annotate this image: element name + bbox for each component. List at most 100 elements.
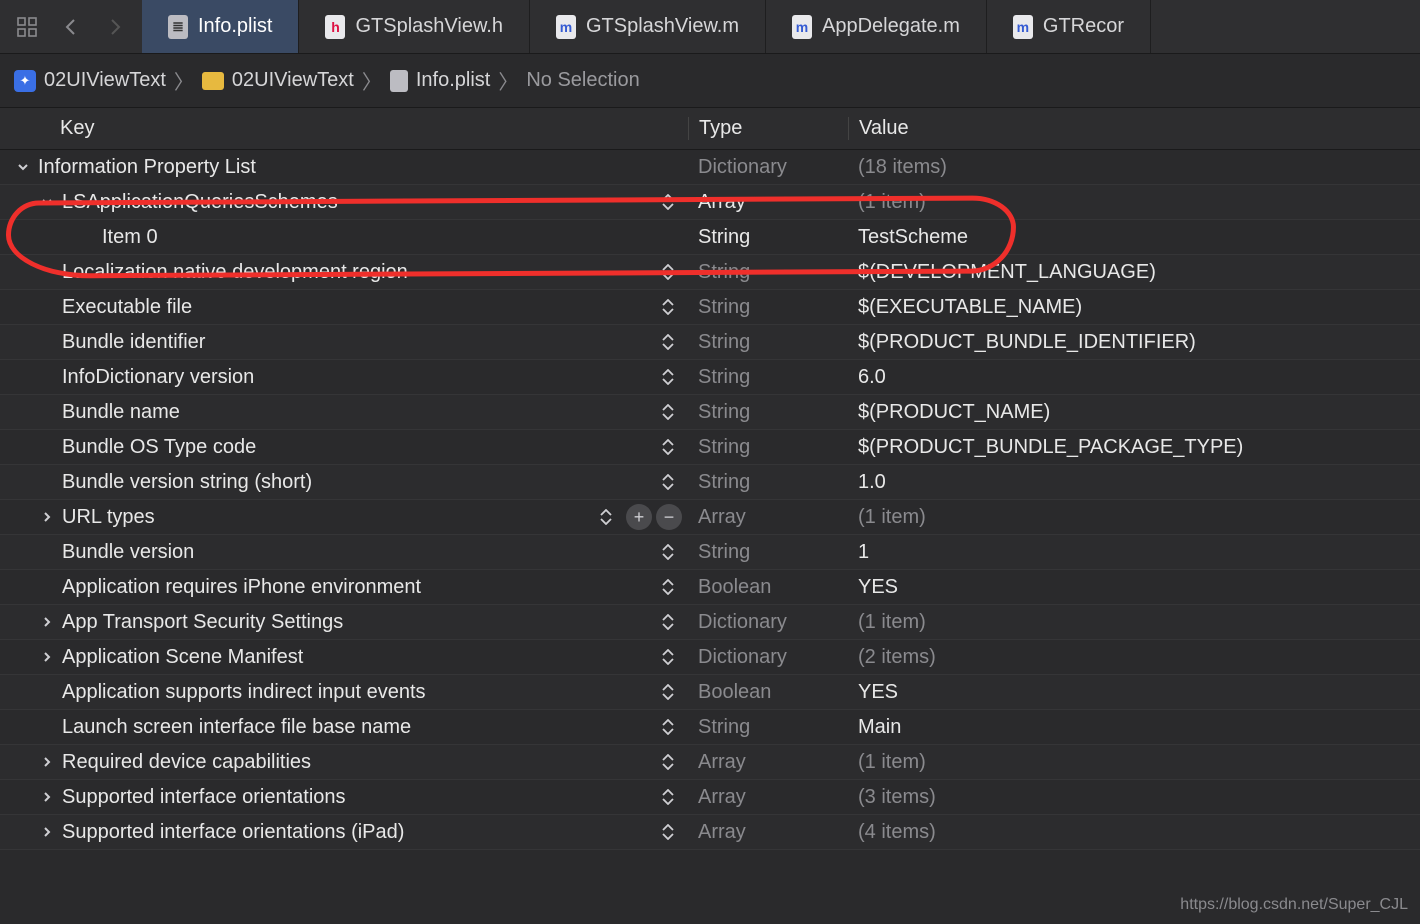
plist-value-label[interactable]: (4 items) (848, 821, 1420, 844)
plist-value-label[interactable]: YES (848, 576, 1420, 599)
nav-forward-button[interactable] (96, 8, 134, 46)
remove-row-button[interactable]: − (656, 504, 682, 530)
key-stepper[interactable] (658, 401, 678, 423)
plist-type-label[interactable]: Dictionary (688, 156, 848, 179)
plist-value-label[interactable]: $(PRODUCT_NAME) (848, 401, 1420, 424)
tab-gtsplashview-m[interactable]: mGTSplashView.m (530, 0, 766, 53)
plist-row[interactable]: Required device capabilitiesArray(1 item… (0, 745, 1420, 780)
key-stepper[interactable] (658, 366, 678, 388)
key-stepper[interactable] (658, 751, 678, 773)
tab-gtrecor[interactable]: mGTRecor (987, 0, 1151, 53)
plist-row[interactable]: Localization native development regionSt… (0, 255, 1420, 290)
plist-row[interactable]: InfoDictionary versionString6.0 (0, 360, 1420, 395)
breadcrumb-folder[interactable]: 02UIViewText (202, 69, 354, 92)
plist-value-label[interactable]: $(EXECUTABLE_NAME) (848, 296, 1420, 319)
breadcrumb-project[interactable]: ✦ 02UIViewText (14, 69, 166, 92)
nav-back-button[interactable] (52, 8, 90, 46)
key-stepper[interactable] (658, 191, 678, 213)
chevron-right-icon[interactable] (38, 753, 56, 771)
tab-info-plist[interactable]: ≣Info.plist (142, 0, 299, 53)
breadcrumb-file[interactable]: Info.plist (390, 69, 490, 92)
plist-type-label[interactable]: Boolean (688, 681, 848, 704)
plist-row[interactable]: App Transport Security SettingsDictionar… (0, 605, 1420, 640)
plist-type-label[interactable]: Array (688, 506, 848, 529)
column-header-key[interactable]: Key (0, 117, 688, 140)
plist-type-label[interactable]: String (688, 401, 848, 424)
plist-row[interactable]: Application requires iPhone environmentB… (0, 570, 1420, 605)
plist-value-label[interactable]: 1 (848, 541, 1420, 564)
plist-row[interactable]: Information Property ListDictionary(18 i… (0, 150, 1420, 185)
plist-value-label[interactable]: $(PRODUCT_BUNDLE_IDENTIFIER) (848, 331, 1420, 354)
related-items-button[interactable] (8, 8, 46, 46)
key-stepper[interactable] (658, 681, 678, 703)
plist-type-label[interactable]: String (688, 366, 848, 389)
key-stepper[interactable] (596, 506, 616, 528)
plist-type-label[interactable]: String (688, 436, 848, 459)
plist-value-label[interactable]: (1 item) (848, 611, 1420, 634)
plist-row[interactable]: LSApplicationQueriesSchemesArray(1 item) (0, 185, 1420, 220)
plist-value-label[interactable]: (18 items) (848, 156, 1420, 179)
key-stepper[interactable] (658, 646, 678, 668)
key-stepper[interactable] (658, 821, 678, 843)
plist-row[interactable]: Bundle version string (short)String1.0 (0, 465, 1420, 500)
plist-row[interactable]: Bundle OS Type codeString$(PRODUCT_BUNDL… (0, 430, 1420, 465)
plist-row[interactable]: Bundle identifierString$(PRODUCT_BUNDLE_… (0, 325, 1420, 360)
plist-value-label[interactable]: 6.0 (848, 366, 1420, 389)
plist-row[interactable]: URL types+−Array(1 item) (0, 500, 1420, 535)
plist-value-label[interactable]: (2 items) (848, 646, 1420, 669)
plist-value-label[interactable]: TestScheme (848, 226, 1420, 249)
plist-row[interactable]: Supported interface orientations (iPad)A… (0, 815, 1420, 850)
plist-row[interactable]: Bundle versionString1 (0, 535, 1420, 570)
column-header-value[interactable]: Value (848, 117, 1420, 140)
plist-row[interactable]: Supported interface orientationsArray(3 … (0, 780, 1420, 815)
chevron-right-icon[interactable] (38, 823, 56, 841)
chevron-right-icon[interactable] (38, 613, 56, 631)
plist-value-label[interactable]: Main (848, 716, 1420, 739)
add-row-button[interactable]: + (626, 504, 652, 530)
key-stepper[interactable] (658, 576, 678, 598)
plist-row[interactable]: Launch screen interface file base nameSt… (0, 710, 1420, 745)
chevron-down-icon[interactable] (14, 158, 32, 176)
plist-type-label[interactable]: Array (688, 191, 848, 214)
tab-appdelegate-m[interactable]: mAppDelegate.m (766, 0, 987, 53)
plist-value-label[interactable]: (1 item) (848, 506, 1420, 529)
plist-type-label[interactable]: String (688, 261, 848, 284)
breadcrumb-selection[interactable]: No Selection (526, 69, 639, 92)
plist-type-label[interactable]: String (688, 226, 848, 249)
plist-value-label[interactable]: $(DEVELOPMENT_LANGUAGE) (848, 261, 1420, 284)
key-stepper[interactable] (658, 331, 678, 353)
plist-row[interactable]: Application supports indirect input even… (0, 675, 1420, 710)
plist-value-label[interactable]: YES (848, 681, 1420, 704)
key-stepper[interactable] (658, 436, 678, 458)
plist-type-label[interactable]: String (688, 541, 848, 564)
key-stepper[interactable] (658, 716, 678, 738)
plist-type-label[interactable]: Array (688, 821, 848, 844)
chevron-right-icon[interactable] (38, 508, 56, 526)
plist-row[interactable]: Executable fileString$(EXECUTABLE_NAME) (0, 290, 1420, 325)
chevron-right-icon[interactable] (38, 788, 56, 806)
key-stepper[interactable] (658, 296, 678, 318)
plist-type-label[interactable]: Array (688, 751, 848, 774)
key-stepper[interactable] (658, 261, 678, 283)
plist-value-label[interactable]: (1 item) (848, 191, 1420, 214)
key-stepper[interactable] (658, 611, 678, 633)
chevron-down-icon[interactable] (38, 193, 56, 211)
plist-type-label[interactable]: String (688, 716, 848, 739)
plist-value-label[interactable]: 1.0 (848, 471, 1420, 494)
key-stepper[interactable] (658, 471, 678, 493)
plist-row[interactable]: Item 0StringTestScheme (0, 220, 1420, 255)
plist-value-label[interactable]: (1 item) (848, 751, 1420, 774)
plist-type-label[interactable]: Dictionary (688, 611, 848, 634)
key-stepper[interactable] (658, 541, 678, 563)
plist-type-label[interactable]: String (688, 471, 848, 494)
key-stepper[interactable] (658, 786, 678, 808)
plist-type-label[interactable]: String (688, 331, 848, 354)
plist-type-label[interactable]: String (688, 296, 848, 319)
chevron-right-icon[interactable] (38, 648, 56, 666)
plist-value-label[interactable]: (3 items) (848, 786, 1420, 809)
plist-type-label[interactable]: Array (688, 786, 848, 809)
column-header-type[interactable]: Type (688, 117, 848, 140)
plist-type-label[interactable]: Boolean (688, 576, 848, 599)
tab-gtsplashview-h[interactable]: hGTSplashView.h (299, 0, 530, 53)
plist-type-label[interactable]: Dictionary (688, 646, 848, 669)
